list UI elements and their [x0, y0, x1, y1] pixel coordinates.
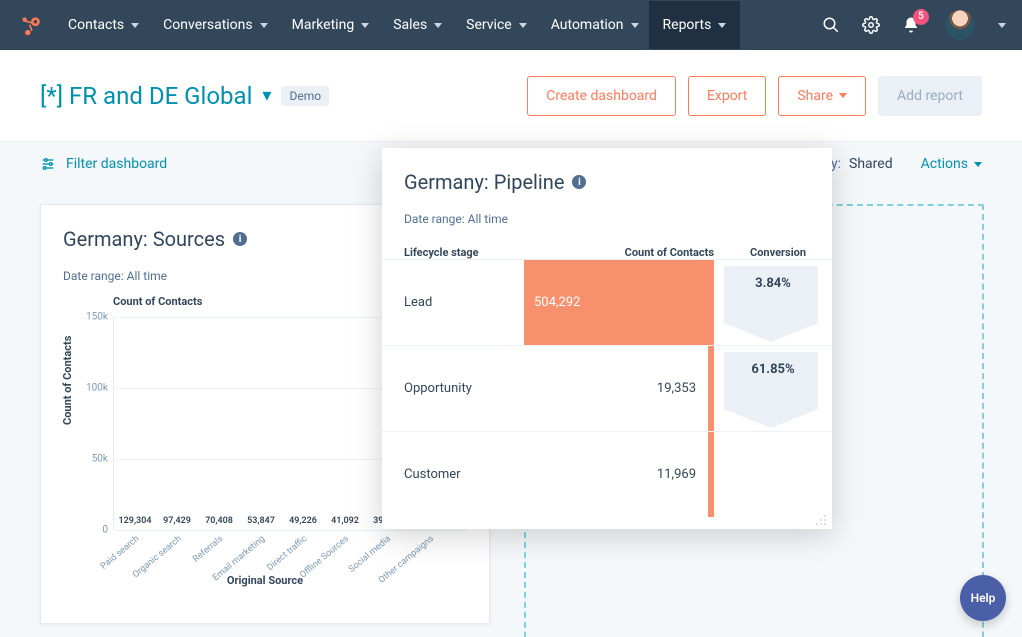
bar-value-label: 41,092 [331, 516, 359, 526]
bar-value-label: 53,847 [247, 516, 275, 526]
pipeline-row: Opportunity 19,353 61.85% [382, 345, 832, 431]
top-navbar: Contacts Conversations Marketing Sales Servi… [0, 0, 1022, 50]
chart-title: Count of Contacts [113, 295, 202, 308]
ytick: 50k [92, 453, 108, 464]
chart-ylabel: Count of Contacts [61, 335, 74, 424]
xtick: Paid search [99, 534, 141, 572]
pipeline-card-title: Germany: Pipeline [404, 170, 564, 194]
help-button[interactable]: Help [960, 575, 1006, 621]
user-avatar[interactable] [945, 10, 975, 40]
create-dashboard-button[interactable]: Create dashboard [527, 76, 676, 116]
bar-value-label: 70,408 [205, 516, 233, 526]
nav-item-sales[interactable]: Sales [393, 17, 442, 33]
conversion-value: 61.85% [751, 362, 794, 377]
pipeline-report-card[interactable]: Germany: Pipeline i Date range: All time… [382, 148, 832, 529]
conversion-value: 3.84% [755, 276, 791, 291]
actions-dropdown[interactable]: Actions [921, 156, 982, 172]
stage-count: 11,969 [657, 467, 706, 482]
resize-handle-icon[interactable] [812, 511, 826, 525]
ytick: 0 [102, 525, 108, 536]
account-menu-chev-icon[interactable] [995, 17, 1006, 33]
hubspot-logo-icon[interactable] [16, 11, 44, 39]
nav-item-automation[interactable]: Automation [551, 17, 639, 33]
nav-item-conversations[interactable]: Conversations [163, 17, 267, 33]
nav-item-service[interactable]: Service [466, 17, 527, 33]
stage-label: Customer [404, 432, 524, 517]
stage-label: Lead [404, 260, 524, 345]
demo-tag: Demo [281, 86, 329, 106]
pipeline-date-range: Date range: All time [404, 212, 810, 226]
info-icon[interactable]: i [572, 175, 586, 189]
bar-value-label: 49,226 [289, 516, 317, 526]
export-button[interactable]: Export [688, 76, 766, 116]
nav-item-marketing[interactable]: Marketing [292, 17, 370, 33]
bar-value-label: 97,429 [163, 516, 191, 526]
dashboard-canvas: Germany: Sources i Date range: All time … [0, 186, 1022, 637]
nav-right: 5 [821, 10, 1006, 40]
settings-gear-icon[interactable] [861, 15, 881, 35]
ytick: 100k [86, 382, 108, 393]
bar-value-label: 129,304 [119, 516, 152, 526]
filter-dashboard-label: Filter dashboard [66, 156, 167, 172]
search-icon[interactable] [821, 15, 841, 35]
pipeline-table-header: Lifecycle stage Count of Contacts Conver… [382, 246, 832, 259]
ytick: 150k [86, 312, 108, 323]
dashboard-switcher-chev-icon[interactable]: ▾ [262, 85, 271, 106]
xtick: Referrals [192, 534, 226, 565]
info-icon[interactable]: i [233, 232, 247, 246]
nav-items: Contacts Conversations Marketing Sales Servi… [68, 17, 801, 33]
chart-xlabel: Original Source [63, 574, 467, 587]
dashboard-title[interactable]: [*] FR and DE Global [40, 82, 252, 110]
nav-item-reports[interactable]: Reports [649, 1, 741, 49]
pipeline-row: Lead504,292 3.84% [382, 259, 832, 345]
pipeline-row: Customer 11,969 [382, 431, 832, 517]
stage-count: 504,292 [524, 295, 580, 310]
filter-sliders-icon [40, 156, 56, 172]
dashboard-header: [*] FR and DE Global ▾ Demo Create dashb… [0, 50, 1022, 142]
notifications-bell-icon[interactable]: 5 [901, 15, 921, 35]
add-report-button: Add report [878, 76, 982, 116]
share-button[interactable]: Share [778, 76, 866, 116]
notification-badge: 5 [913, 9, 929, 25]
stage-label: Opportunity [404, 346, 524, 431]
nav-item-contacts[interactable]: Contacts [68, 17, 139, 33]
sources-card-title: Germany: Sources [63, 227, 225, 251]
th-count: Count of Contacts [524, 246, 714, 259]
th-conversion: Conversion [714, 246, 810, 259]
stage-count: 19,353 [657, 381, 706, 396]
th-stage: Lifecycle stage [404, 246, 524, 259]
visibility-value: Shared [849, 156, 893, 172]
filter-dashboard-link[interactable]: Filter dashboard [40, 156, 167, 172]
